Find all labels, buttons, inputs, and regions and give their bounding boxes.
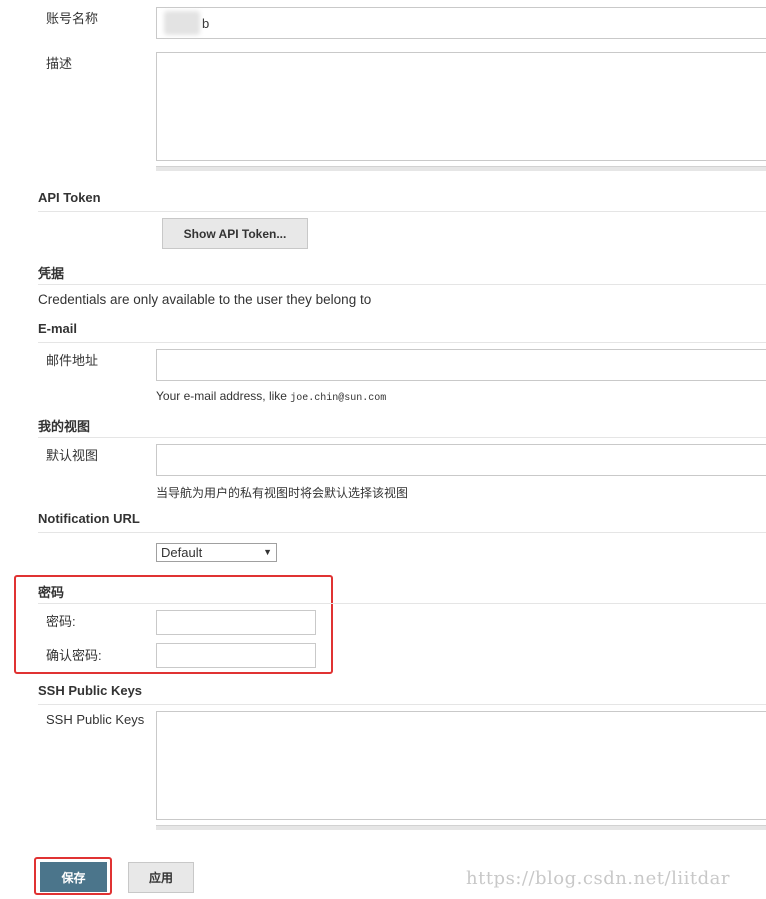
- ssh-keys-resize-handle[interactable]: [156, 825, 766, 830]
- email-hint: Your e-mail address, like joe.chin@sun.c…: [156, 389, 386, 404]
- section-divider: [38, 211, 766, 212]
- default-view-label: 默认视图: [46, 448, 99, 463]
- description-textarea[interactable]: [156, 52, 766, 161]
- account-name-label: 账号名称: [46, 11, 99, 26]
- email-hint-example: joe.chin@sun.com: [290, 393, 387, 404]
- notification-url-heading: Notification URL: [38, 511, 140, 526]
- save-button[interactable]: 保存: [40, 862, 107, 892]
- confirm-password-input[interactable]: [156, 643, 316, 668]
- password-input[interactable]: [156, 610, 316, 635]
- description-label: 描述: [46, 56, 73, 71]
- description-resize-handle[interactable]: [156, 166, 766, 171]
- watermark-text: https://blog.csdn.net/liitdar: [466, 868, 730, 889]
- show-api-token-button[interactable]: Show API Token...: [162, 218, 308, 249]
- apply-button[interactable]: 应用: [128, 862, 194, 893]
- section-divider: [38, 342, 766, 343]
- api-token-heading: API Token: [38, 190, 101, 205]
- notification-url-selected: Default: [161, 545, 203, 560]
- section-divider: [38, 284, 766, 285]
- ssh-keys-label: SSH Public Keys: [46, 712, 145, 727]
- password-label: 密码:: [46, 614, 76, 629]
- confirm-password-label: 确认密码:: [46, 648, 102, 663]
- ssh-keys-heading: SSH Public Keys: [38, 683, 143, 698]
- section-divider: [38, 437, 766, 438]
- section-divider: [38, 603, 766, 604]
- email-heading: E-mail: [38, 321, 78, 336]
- account-name-input[interactable]: [156, 7, 766, 39]
- credentials-text: Credentials are only available to the us…: [38, 292, 372, 307]
- password-heading: 密码: [38, 585, 65, 600]
- email-input[interactable]: [156, 349, 766, 381]
- default-view-hint: 当导航为用户的私有视图时将会默认选择该视图: [156, 486, 409, 500]
- credentials-heading: 凭据: [38, 266, 65, 281]
- section-divider: [38, 704, 766, 705]
- dropdown-arrow-icon: ▼: [263, 547, 272, 557]
- notification-url-select[interactable]: Default ▼: [156, 543, 277, 562]
- redacted-name: [164, 11, 200, 35]
- ssh-keys-textarea[interactable]: [156, 711, 766, 820]
- section-divider: [38, 532, 766, 533]
- email-hint-text: Your e-mail address, like: [156, 389, 291, 403]
- default-view-input[interactable]: [156, 444, 766, 476]
- my-views-heading: 我的视图: [38, 419, 91, 434]
- email-label: 邮件地址: [46, 353, 99, 368]
